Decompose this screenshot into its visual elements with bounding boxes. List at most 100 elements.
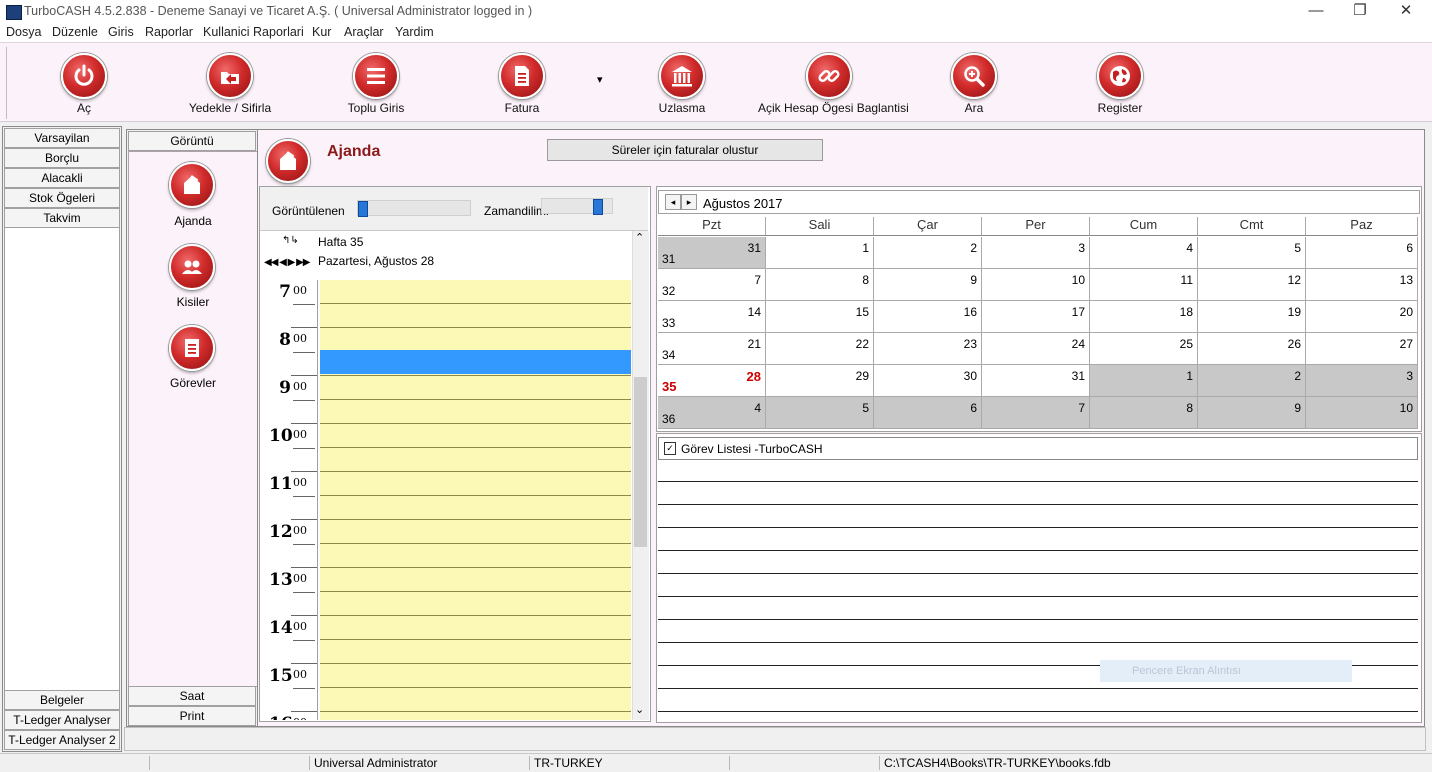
calendar-day-cell[interactable]: 1 bbox=[1090, 365, 1198, 397]
nav-varsayilan[interactable]: Varsayilan bbox=[4, 128, 120, 148]
tasks-icon[interactable] bbox=[169, 325, 215, 371]
calendar-day-cell[interactable]: 28 35 bbox=[658, 365, 766, 397]
calendar-day-cell[interactable]: 26 bbox=[1198, 333, 1306, 365]
menu-yardim[interactable]: Yardim bbox=[395, 25, 434, 39]
calendar-day-cell[interactable]: 4 bbox=[1090, 237, 1198, 269]
view-saat-button[interactable]: Saat bbox=[128, 686, 256, 706]
search-button[interactable]: Ara bbox=[930, 43, 1018, 121]
calendar-day-cell[interactable]: 2 bbox=[1198, 365, 1306, 397]
view-print-button[interactable]: Print bbox=[128, 706, 256, 726]
nav-alacakli[interactable]: Alacakli bbox=[4, 168, 120, 188]
calendar-day-cell[interactable]: 5 bbox=[1198, 237, 1306, 269]
nav-t-ledger-analyser[interactable]: T-Ledger Analyser bbox=[4, 710, 120, 730]
calendar-day-cell[interactable]: 10 bbox=[982, 269, 1090, 301]
calendar-day-cell[interactable]: 17 bbox=[982, 301, 1090, 333]
register-button[interactable]: Register bbox=[1076, 43, 1164, 121]
calendar-day-cell[interactable]: 23 bbox=[874, 333, 982, 365]
minimize-button[interactable]: — bbox=[1294, 0, 1338, 24]
calendar-day-cell[interactable]: 7 bbox=[982, 397, 1090, 429]
calendar-day-cell[interactable]: 5 bbox=[766, 397, 874, 429]
nav-belgeler[interactable]: Belgeler bbox=[4, 690, 120, 710]
calendar-day-cell[interactable]: 14 33 bbox=[658, 301, 766, 333]
menu-araclar[interactable]: Araçlar bbox=[344, 25, 384, 39]
timescale-slider[interactable] bbox=[541, 198, 613, 215]
scroll-down-arrow[interactable]: ⌄ bbox=[635, 703, 644, 716]
contacts-label[interactable]: Kisiler bbox=[129, 295, 257, 309]
backup-reset-button[interactable]: Yedekle / Sifirla bbox=[180, 43, 280, 121]
next-month-button[interactable]: ▸ bbox=[681, 194, 697, 210]
calendar-day-cell[interactable]: 31 bbox=[982, 365, 1090, 397]
day-number: 30 bbox=[963, 369, 977, 383]
time-slots[interactable] bbox=[320, 280, 631, 720]
calendar-day-cell[interactable]: 10 bbox=[1306, 397, 1418, 429]
menu-duzenle[interactable]: Düzenle bbox=[52, 25, 98, 39]
restore-button[interactable]: ❐ bbox=[1338, 0, 1382, 24]
timescale-slider-thumb[interactable] bbox=[593, 199, 603, 215]
scroll-up-arrow[interactable]: ⌃ bbox=[635, 231, 644, 244]
calendar-day-cell[interactable]: 29 bbox=[766, 365, 874, 397]
menu-dosya[interactable]: Dosya bbox=[6, 25, 41, 39]
calendar-day-cell[interactable]: 25 bbox=[1090, 333, 1198, 365]
menu-kullanici-raporlari[interactable]: Kullanici Raporlari bbox=[203, 25, 304, 39]
calendar-day-cell[interactable]: 20 bbox=[1306, 301, 1418, 333]
nav-takvim[interactable]: Takvim bbox=[4, 208, 120, 228]
reconcile-button[interactable]: Uzlasma bbox=[638, 43, 726, 121]
calendar-day-cell[interactable]: 15 bbox=[766, 301, 874, 333]
calendar-day-cell[interactable]: 18 bbox=[1090, 301, 1198, 333]
calendar-day-cell[interactable]: 22 bbox=[766, 333, 874, 365]
day-number: 10 bbox=[1399, 401, 1413, 415]
shown-slider-thumb[interactable] bbox=[358, 201, 368, 217]
shown-slider[interactable] bbox=[357, 200, 471, 217]
invoice-button[interactable]: Fatura bbox=[478, 43, 566, 121]
day-number: 31 bbox=[747, 241, 761, 255]
batch-entry-button[interactable]: Toplu Giris bbox=[330, 43, 422, 121]
calendar-day-cell[interactable]: 3 bbox=[1306, 365, 1418, 397]
tasks-label[interactable]: Görevler bbox=[129, 376, 257, 390]
calendar-day-cell[interactable]: 30 bbox=[874, 365, 982, 397]
nav-stok-ogeleri[interactable]: Stok Ögeleri bbox=[4, 188, 120, 208]
calendar-day-cell[interactable]: 9 bbox=[874, 269, 982, 301]
agenda-label[interactable]: Ajanda bbox=[129, 214, 257, 228]
view-header-button[interactable]: Görüntü bbox=[128, 131, 256, 151]
contacts-icon[interactable] bbox=[169, 244, 215, 290]
day-view-controls: Görüntülenen Zamandilimi bbox=[260, 187, 648, 231]
calendar-day-cell[interactable]: 31 31 bbox=[658, 237, 766, 269]
nav-t-ledger-analyser-2[interactable]: T-Ledger Analyser 2 bbox=[4, 730, 120, 750]
open-button[interactable]: Aç bbox=[40, 43, 128, 121]
create-invoices-button[interactable]: Süreler için faturalar olustur bbox=[547, 139, 823, 161]
calendar-day-cell[interactable]: 27 bbox=[1306, 333, 1418, 365]
calendar-day-cell[interactable]: 3 bbox=[982, 237, 1090, 269]
menu-giris[interactable]: Giris bbox=[108, 25, 134, 39]
calendar-day-cell[interactable]: 7 32 bbox=[658, 269, 766, 301]
invoice-dropdown-arrow[interactable]: ▾ bbox=[597, 73, 603, 86]
prev-month-button[interactable]: ◂ bbox=[665, 194, 681, 210]
menu-kur[interactable]: Kur bbox=[312, 25, 331, 39]
calendar-day-cell[interactable]: 1 bbox=[766, 237, 874, 269]
calendar-day-cell[interactable]: 13 bbox=[1306, 269, 1418, 301]
today-icon[interactable]: ↰↳ bbox=[282, 235, 299, 246]
minute-label: 00 bbox=[293, 476, 307, 489]
day-nav-arrows[interactable]: ◀◀ ◀ ▶ ▶▶ bbox=[264, 257, 310, 268]
calendar-day-cell[interactable]: 11 bbox=[1090, 269, 1198, 301]
open-item-link-button[interactable]: Açik Hesap Ögesi Baglantisi bbox=[758, 43, 909, 121]
close-button[interactable]: ✕ bbox=[1384, 0, 1428, 24]
scroll-thumb[interactable] bbox=[634, 377, 647, 547]
nav-borclu[interactable]: Borçlu bbox=[4, 148, 120, 168]
calendar-day-cell[interactable]: 6 bbox=[1306, 237, 1418, 269]
calendar-day-cell[interactable]: 9 bbox=[1198, 397, 1306, 429]
calendar-day-cell[interactable]: 8 bbox=[1090, 397, 1198, 429]
calendar-day-cell[interactable]: 12 bbox=[1198, 269, 1306, 301]
calendar-day-cell[interactable]: 6 bbox=[874, 397, 982, 429]
calendar-day-cell[interactable]: 4 36 bbox=[658, 397, 766, 429]
calendar-day-cell[interactable]: 21 34 bbox=[658, 333, 766, 365]
calendar-day-cell[interactable]: 8 bbox=[766, 269, 874, 301]
agenda-icon[interactable] bbox=[169, 162, 215, 208]
selected-time-slot[interactable] bbox=[320, 350, 631, 374]
calendar-day-cell[interactable]: 16 bbox=[874, 301, 982, 333]
calendar-day-cell[interactable]: 2 bbox=[874, 237, 982, 269]
week-number: 36 bbox=[662, 412, 676, 426]
calendar-day-cell[interactable]: 19 bbox=[1198, 301, 1306, 333]
day-scrollbar[interactable]: ⌃ ⌄ bbox=[632, 231, 649, 720]
menu-raporlar[interactable]: Raporlar bbox=[145, 25, 193, 39]
calendar-day-cell[interactable]: 24 bbox=[982, 333, 1090, 365]
